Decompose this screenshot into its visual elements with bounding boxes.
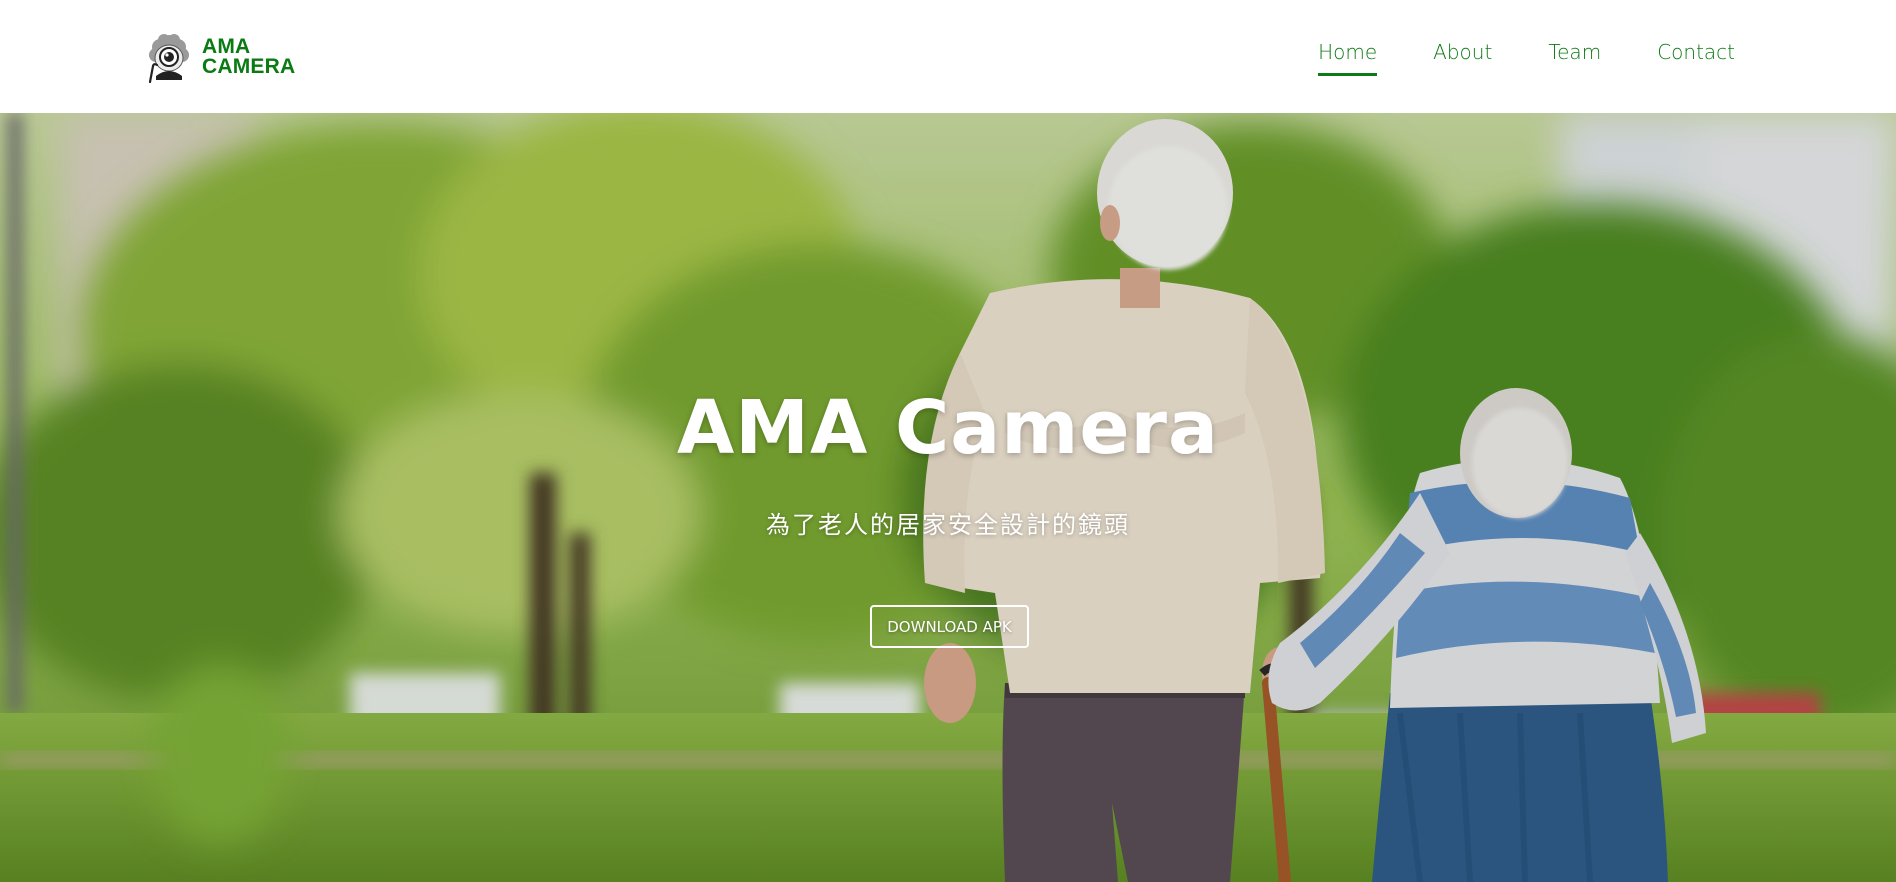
nav-about[interactable]: About: [1433, 40, 1492, 76]
hero-subtitle: 為了老人的居家安全設計的鏡頭: [766, 511, 1130, 539]
brand-wordmark: AMA CAMERA: [202, 35, 296, 78]
hero-section: AMA Camera 為了老人的居家安全設計的鏡頭 DOWNLOAD APK: [0, 113, 1896, 882]
hero-title: AMA Camera: [677, 385, 1219, 471]
camera-eye-mascot-icon: [148, 34, 189, 84]
brand-logo-link[interactable]: AMA CAMERA: [142, 30, 295, 84]
brand-line-2: CAMERA: [202, 55, 296, 78]
nav-team[interactable]: Team: [1548, 40, 1601, 76]
main-nav: Home About Team Contact: [1318, 40, 1735, 76]
hero-overlay: [0, 113, 1896, 882]
nav-home[interactable]: Home: [1318, 40, 1378, 76]
brand-line-1: AMA: [202, 35, 251, 58]
nav-contact[interactable]: Contact: [1657, 40, 1735, 76]
site-header: AMA CAMERA Home About Team Contact: [0, 0, 1896, 113]
download-apk-button[interactable]: DOWNLOAD APK: [870, 605, 1029, 648]
